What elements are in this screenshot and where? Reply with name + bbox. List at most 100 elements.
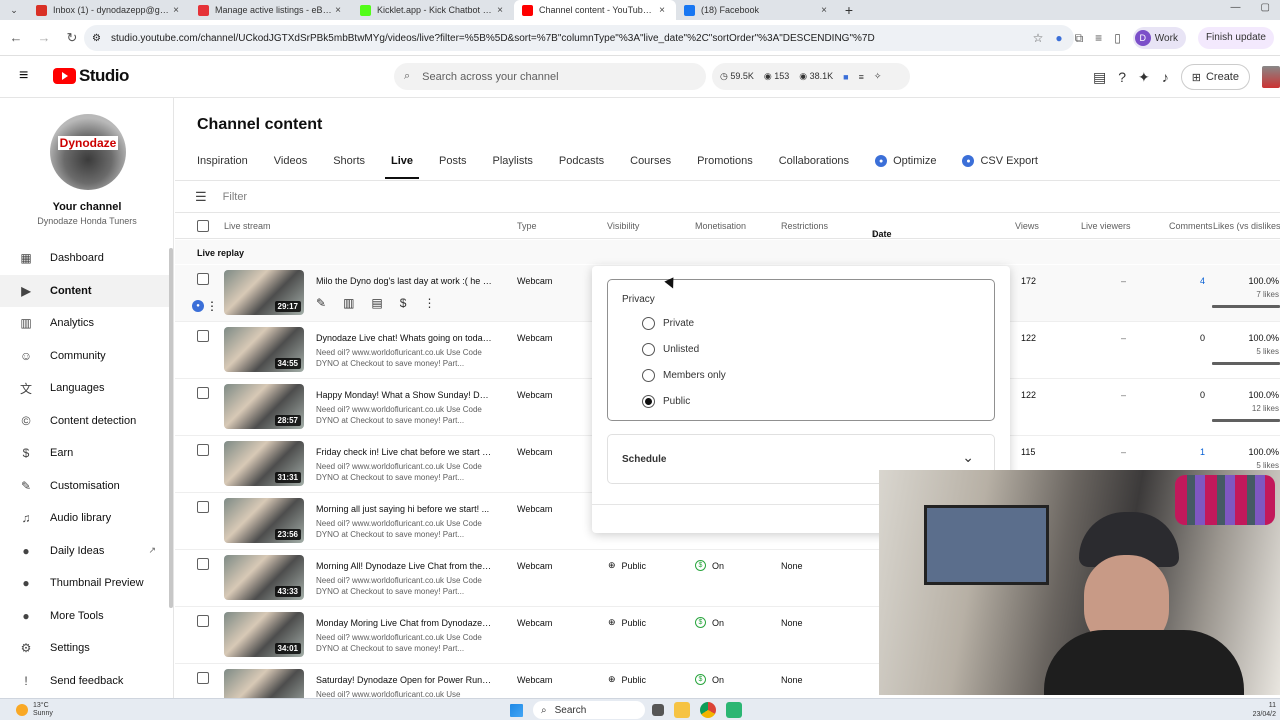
tab-podcasts[interactable]: Podcasts (559, 153, 604, 169)
privacy-option-members-only[interactable]: Members only (642, 369, 726, 382)
close-tab-icon[interactable]: × (170, 5, 182, 16)
video-thumbnail[interactable]: 29:17 (224, 270, 304, 315)
video-title[interactable]: Monday Moring Live Chat from Dynodaze ..… (316, 618, 492, 628)
row-checkbox[interactable] (197, 558, 209, 570)
video-title[interactable]: Friday check in! Live chat before we sta… (316, 447, 492, 457)
site-info-icon[interactable]: ⚙ (92, 33, 101, 44)
sparkle-icon[interactable]: ✧ (874, 71, 882, 82)
address-bar[interactable]: ⚙ studio.youtube.com/channel/UCkodJGTXdS… (84, 25, 1074, 51)
sidebar-item-community[interactable]: ☺ Community (0, 340, 170, 373)
tab-promotions[interactable]: Promotions (697, 153, 753, 169)
col-likes[interactable]: Likes (vs dislikes) (1213, 221, 1280, 231)
close-tab-icon[interactable]: × (332, 5, 344, 16)
messages-icon[interactable]: ▤ (1093, 69, 1106, 86)
video-thumbnail[interactable]: 43:33 (224, 555, 304, 600)
video-title[interactable]: Happy Monday! What a Show Sunday! Dyn... (316, 390, 492, 400)
forward-icon[interactable]: → (32, 30, 56, 45)
tab-posts[interactable]: Posts (439, 153, 467, 169)
video-thumbnail[interactable]: 28:57 (224, 384, 304, 429)
visibility-cell[interactable]: ⊕ Public (608, 617, 646, 628)
bookmark-star-icon[interactable]: ☆ (1033, 31, 1044, 45)
help-icon[interactable]: ? (1118, 69, 1126, 85)
back-icon[interactable]: ← (4, 30, 28, 45)
extensions-puzzle-icon[interactable]: ⧉ (1075, 31, 1084, 46)
sidebar-item-content-detection[interactable]: © Content detection (0, 405, 170, 438)
video-title[interactable]: Morning All! Dynodaze Live Chat from the… (316, 561, 492, 571)
file-explorer-icon[interactable] (674, 702, 690, 718)
select-all-checkbox[interactable] (197, 220, 209, 232)
filter-input[interactable]: Filter (223, 191, 247, 203)
sidebar-item-daily-ideas[interactable]: ● Daily Ideas ↗ (0, 535, 170, 568)
tab-shorts[interactable]: Shorts (333, 153, 365, 169)
sidebar-item-content[interactable]: ▶ Content (0, 274, 170, 307)
extension-icon[interactable]: ■ (843, 72, 848, 82)
monetisation-cell[interactable]: $ On (695, 674, 724, 685)
radio-button[interactable] (642, 395, 655, 408)
taskbar-clock[interactable]: 11 23/04/2 (1253, 701, 1276, 719)
video-thumbnail[interactable]: 34:55 (224, 327, 304, 372)
row-checkbox[interactable] (197, 501, 209, 513)
col-live-viewers[interactable]: Live viewers (1081, 221, 1131, 231)
tab-courses[interactable]: Courses (630, 153, 671, 169)
row-checkbox[interactable] (197, 672, 209, 684)
sidebar-item-dashboard[interactable]: ▦ Dashboard (0, 242, 170, 275)
tab-playlists[interactable]: Playlists (493, 153, 533, 169)
sidebar-item-settings[interactable]: ⚙ Settings (0, 632, 170, 665)
channel-avatar[interactable]: Dynodaze (50, 114, 126, 190)
new-tab-button[interactable]: + (838, 2, 860, 18)
minimize-icon[interactable]: — (1231, 2, 1241, 13)
windows-start-icon[interactable] (510, 704, 523, 717)
row-checkbox[interactable] (197, 615, 209, 627)
video-thumbnail[interactable]: 23:56 (224, 498, 304, 543)
monetisation-cell[interactable]: $ On (695, 617, 724, 628)
privacy-option-unlisted[interactable]: Unlisted (642, 343, 699, 356)
close-tab-icon[interactable]: × (494, 5, 506, 16)
row-checkbox[interactable] (197, 387, 209, 399)
search-input[interactable]: ⌕ Search across your channel (394, 63, 706, 90)
tab-live[interactable]: Live (384, 153, 420, 179)
row-checkbox[interactable] (197, 330, 209, 342)
sidebar-item-audio-library[interactable]: ♫ Audio library (0, 502, 170, 535)
reload-icon[interactable]: ↻ (60, 30, 84, 46)
col-comments[interactable]: Comments (1169, 221, 1213, 231)
more-vert-icon[interactable]: ⋮ (206, 299, 218, 313)
extension-icon[interactable]: ● (1055, 31, 1062, 45)
comments-icon[interactable]: ▤ (371, 296, 382, 310)
tab-collaborations[interactable]: Collaborations (779, 153, 849, 169)
video-title[interactable]: Morning all just saying hi before we sta… (316, 504, 492, 514)
profile-button[interactable]: D Work (1132, 27, 1186, 49)
close-tab-icon[interactable]: × (656, 5, 668, 16)
notifications-bell-icon[interactable]: ♪ (1162, 69, 1169, 85)
filter-bar[interactable]: ☰ Filter (175, 181, 1280, 213)
maximize-icon[interactable]: ▢ (1261, 2, 1270, 13)
video-title[interactable]: Dynodaze Live chat! Whats going on today… (316, 333, 492, 343)
analytics-icon[interactable]: ▥ (343, 296, 354, 310)
sidebar-item-analytics[interactable]: ▥ Analytics (0, 307, 170, 340)
more-options-icon[interactable]: ⋮ (423, 296, 435, 310)
tab-search-icon[interactable]: ≡ (1095, 31, 1102, 45)
chevron-down-icon[interactable]: ⌄ (962, 449, 974, 466)
sidebar-item-languages[interactable]: 文 Languages (0, 372, 170, 405)
radio-button[interactable] (642, 343, 655, 356)
tab-videos[interactable]: Videos (274, 153, 307, 169)
weather-widget[interactable]: 13°C Sunny (16, 702, 53, 718)
visibility-cell[interactable]: ⊕ Public (608, 674, 646, 685)
privacy-option-private[interactable]: Private (642, 317, 694, 330)
sidebar-item-more-tools[interactable]: ● More Tools (0, 600, 170, 633)
col-views[interactable]: Views (1015, 221, 1039, 231)
comments-value[interactable]: 1 (1185, 447, 1205, 457)
filter-icon[interactable]: ☰ (195, 189, 207, 205)
edit-pencil-icon[interactable]: ✎ (316, 296, 326, 310)
sidebar-panel-icon[interactable]: ▯ (1114, 31, 1121, 45)
browser-tab[interactable]: (18) Facebook × (676, 0, 838, 20)
privacy-option-public[interactable]: Public (642, 395, 690, 408)
sidebar-item-send-feedback[interactable]: ! Send feedback (0, 665, 170, 698)
app-icon[interactable] (726, 702, 742, 718)
video-thumbnail[interactable]: 31:31 (224, 441, 304, 486)
finish-update-button[interactable]: Finish update (1197, 27, 1274, 49)
account-avatar[interactable] (1262, 66, 1280, 88)
video-title[interactable]: Milo the Dyno dog's last day at work :( … (316, 276, 492, 286)
browser-tab[interactable]: Channel content - YouTube Studio× (514, 0, 676, 20)
video-thumbnail[interactable]: 34:01 (224, 612, 304, 657)
tab-optimize[interactable]: ● Optimize (875, 153, 936, 169)
